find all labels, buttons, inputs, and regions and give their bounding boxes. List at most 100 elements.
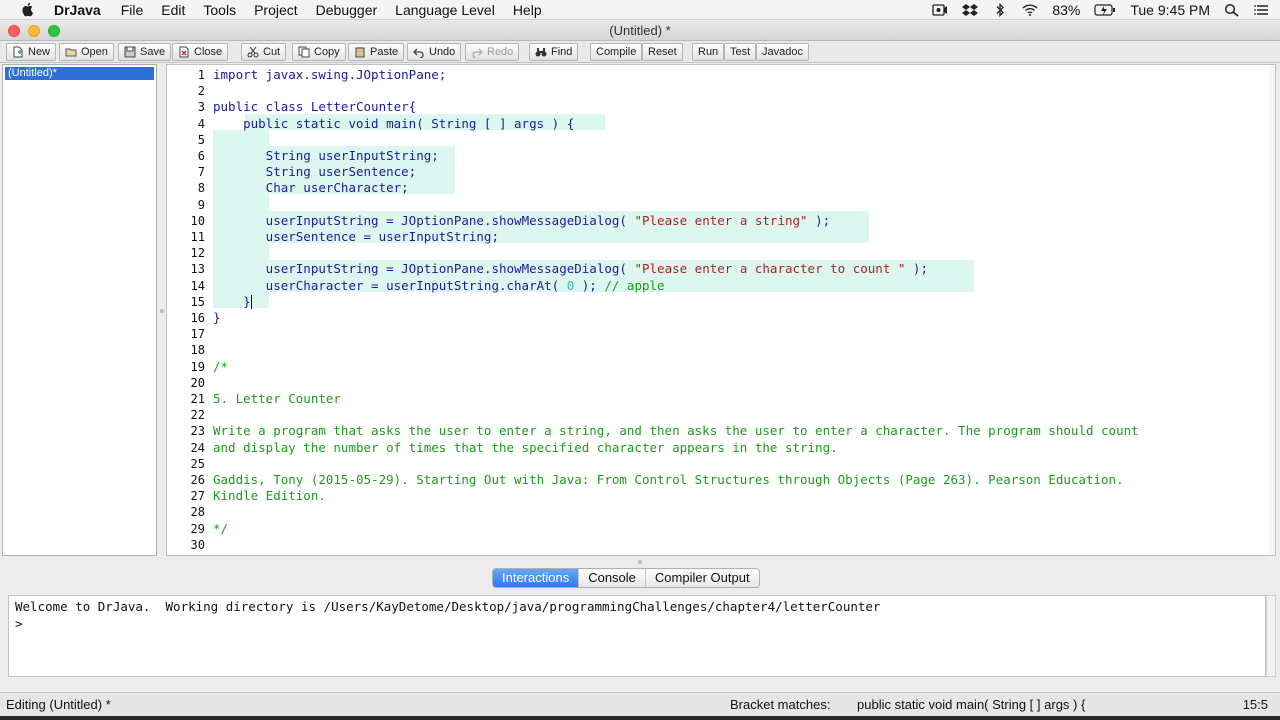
code-line[interactable]: String userInputString; <box>213 148 439 164</box>
menu-file[interactable]: File <box>121 2 144 18</box>
code-line[interactable]: userInputString = JOptionPane.showMessag… <box>213 213 830 229</box>
code-token: import javax.swing.JOptionPane; <box>213 67 447 82</box>
interactions-pane[interactable]: Welcome to DrJava. Working directory is … <box>8 595 1266 677</box>
undo-button[interactable]: Undo <box>407 43 462 61</box>
battery-charging-icon[interactable] <box>1094 3 1116 17</box>
horizontal-splitter[interactable] <box>0 557 1280 567</box>
code-line[interactable]: userSentence = userInputString; <box>213 229 499 245</box>
reset-button[interactable]: Reset <box>642 43 683 61</box>
menu-tools[interactable]: Tools <box>203 2 236 18</box>
splitter-handle-icon <box>160 309 164 313</box>
new-file-icon <box>13 46 23 58</box>
code-line[interactable]: 5. Letter Counter <box>213 391 341 407</box>
code-line[interactable]: import javax.swing.JOptionPane; <box>213 67 446 83</box>
code-line[interactable]: Write a program that asks the user to en… <box>213 423 1139 439</box>
code-token: "Please enter a string" <box>634 212 808 228</box>
code-line[interactable]: } <box>213 310 221 326</box>
line-number: 3 <box>197 100 205 115</box>
code-editor[interactable]: 1 2 3 4 5 6 7 8 9 10 11 12 13 14 15 16 17 18 19 20 21 22 23 24 2… <box>166 64 1276 556</box>
notification-center-icon[interactable] <box>1254 3 1270 17</box>
wifi-icon[interactable] <box>1022 3 1038 17</box>
redo-button[interactable]: Redo <box>465 43 520 61</box>
apple-icon[interactable] <box>20 1 36 17</box>
menu-edit[interactable]: Edit <box>161 2 185 18</box>
cut-button[interactable]: Cut <box>241 43 287 61</box>
console-prompt[interactable]: > <box>15 615 1259 632</box>
code-token: public class LetterCounter{ <box>213 99 417 115</box>
menu-debugger[interactable]: Debugger <box>316 2 378 18</box>
code-line[interactable]: */ <box>213 521 228 537</box>
code-line[interactable]: Gaddis, Tony (2015-05-29). Starting Out … <box>213 472 1124 488</box>
code-line[interactable]: userCharacter = userInputString.charAt( … <box>213 278 665 294</box>
run-button[interactable]: Run <box>692 43 725 61</box>
screen-recorder-icon[interactable] <box>932 3 948 17</box>
status-bar: Editing (Untitled) * Bracket matches: pu… <box>0 692 1280 716</box>
bracket-matches-label: Bracket matches: <box>730 697 831 712</box>
code-token: userInputString = <box>213 212 402 228</box>
line-number: 27 <box>190 489 205 504</box>
code-token: Kindle Edition. <box>213 488 326 504</box>
new-button[interactable]: New <box>6 43 57 61</box>
paste-button[interactable]: Paste <box>348 43 405 61</box>
code-token: Gaddis, Tony (2015-05-29). Starting Out … <box>213 472 1124 487</box>
menu-language-level[interactable]: Language Level <box>395 2 495 18</box>
menu-help[interactable]: Help <box>513 2 542 18</box>
code-token: */ <box>213 520 229 536</box>
toolbar: New Open Save Close Cut Copy Paste Undo … <box>0 41 1280 63</box>
code-token: Write a program that asks the user to en… <box>213 423 1139 439</box>
editor-scrollbar[interactable] <box>1269 65 1275 555</box>
scissors-icon <box>247 46 259 58</box>
console-line: Welcome to DrJava. Working directory is … <box>15 599 881 614</box>
code-token: "Please enter a character to count " <box>634 261 906 277</box>
code-line[interactable]: public class LetterCounter{ <box>213 99 416 115</box>
code-token: userCharacter = userInputString.charAt( <box>213 277 567 293</box>
window-title: (Untitled) * <box>609 23 671 38</box>
spotlight-search-icon[interactable] <box>1224 3 1240 17</box>
line-number: 26 <box>190 473 205 487</box>
test-button[interactable]: Test <box>724 43 757 61</box>
line-number: 21 <box>190 392 205 406</box>
tab-interactions[interactable]: Interactions <box>493 569 579 587</box>
copy-button[interactable]: Copy <box>292 43 346 61</box>
line-number-gutter: 1 2 3 4 5 6 7 8 9 10 11 12 13 14 15 16 17 18 19 20 21 22 23 24 2… <box>167 65 209 555</box>
tab-console[interactable]: Console <box>578 569 645 587</box>
console-scrollbar[interactable] <box>1266 595 1276 677</box>
menu-project[interactable]: Project <box>254 2 298 18</box>
bluetooth-icon[interactable] <box>992 3 1008 17</box>
code-area[interactable]: import javax.swing.JOptionPane; public cl… <box>213 65 1273 555</box>
code-line[interactable]: /* <box>213 359 228 375</box>
window-bottom-edge <box>0 716 1280 720</box>
line-number: 12 <box>190 246 205 261</box>
find-button[interactable]: Find <box>529 43 579 61</box>
line-number: 25 <box>190 456 205 471</box>
code-token: ); <box>807 212 831 228</box>
code-token: } <box>213 293 251 309</box>
compile-button[interactable]: Compile <box>590 43 643 61</box>
tab-compiler-output[interactable]: Compiler Output <box>644 569 759 587</box>
menu-app-drjava[interactable]: DrJava <box>54 2 101 18</box>
vertical-splitter[interactable] <box>157 64 166 556</box>
code-line[interactable]: Char userCharacter; <box>213 180 409 196</box>
line-number: 7 <box>197 165 205 180</box>
line-number: 28 <box>190 505 205 520</box>
code-token: String userSentence; <box>213 164 417 180</box>
javadoc-button[interactable]: Javadoc <box>756 43 809 61</box>
code-line[interactable]: String userSentence; <box>213 164 417 180</box>
close-button[interactable]: Close <box>172 43 229 61</box>
save-button[interactable]: Save <box>118 43 172 61</box>
line-number: 29 <box>190 521 205 536</box>
line-number: 16 <box>190 311 205 325</box>
code-line[interactable]: userInputString = JOptionPane.showMessag… <box>213 261 928 277</box>
code-token: public static void main( String [ ] args… <box>213 115 575 131</box>
clock[interactable]: Tue 9:45 PM <box>1130 2 1210 18</box>
dropbox-icon[interactable] <box>962 3 979 17</box>
code-token: JOptionPane <box>401 261 484 277</box>
code-line[interactable]: and display the number of times that the… <box>213 440 838 456</box>
code-line[interactable]: public static void main( String [ ] args… <box>213 116 574 132</box>
code-line[interactable]: Kindle Edition. <box>213 488 326 504</box>
document-item-untitled[interactable]: (Untitled)* <box>5 67 154 80</box>
line-number: 11 <box>190 230 205 244</box>
code-line[interactable]: } <box>213 294 252 310</box>
code-token: Char userCharacter; <box>213 180 409 196</box>
open-button[interactable]: Open <box>59 43 114 61</box>
